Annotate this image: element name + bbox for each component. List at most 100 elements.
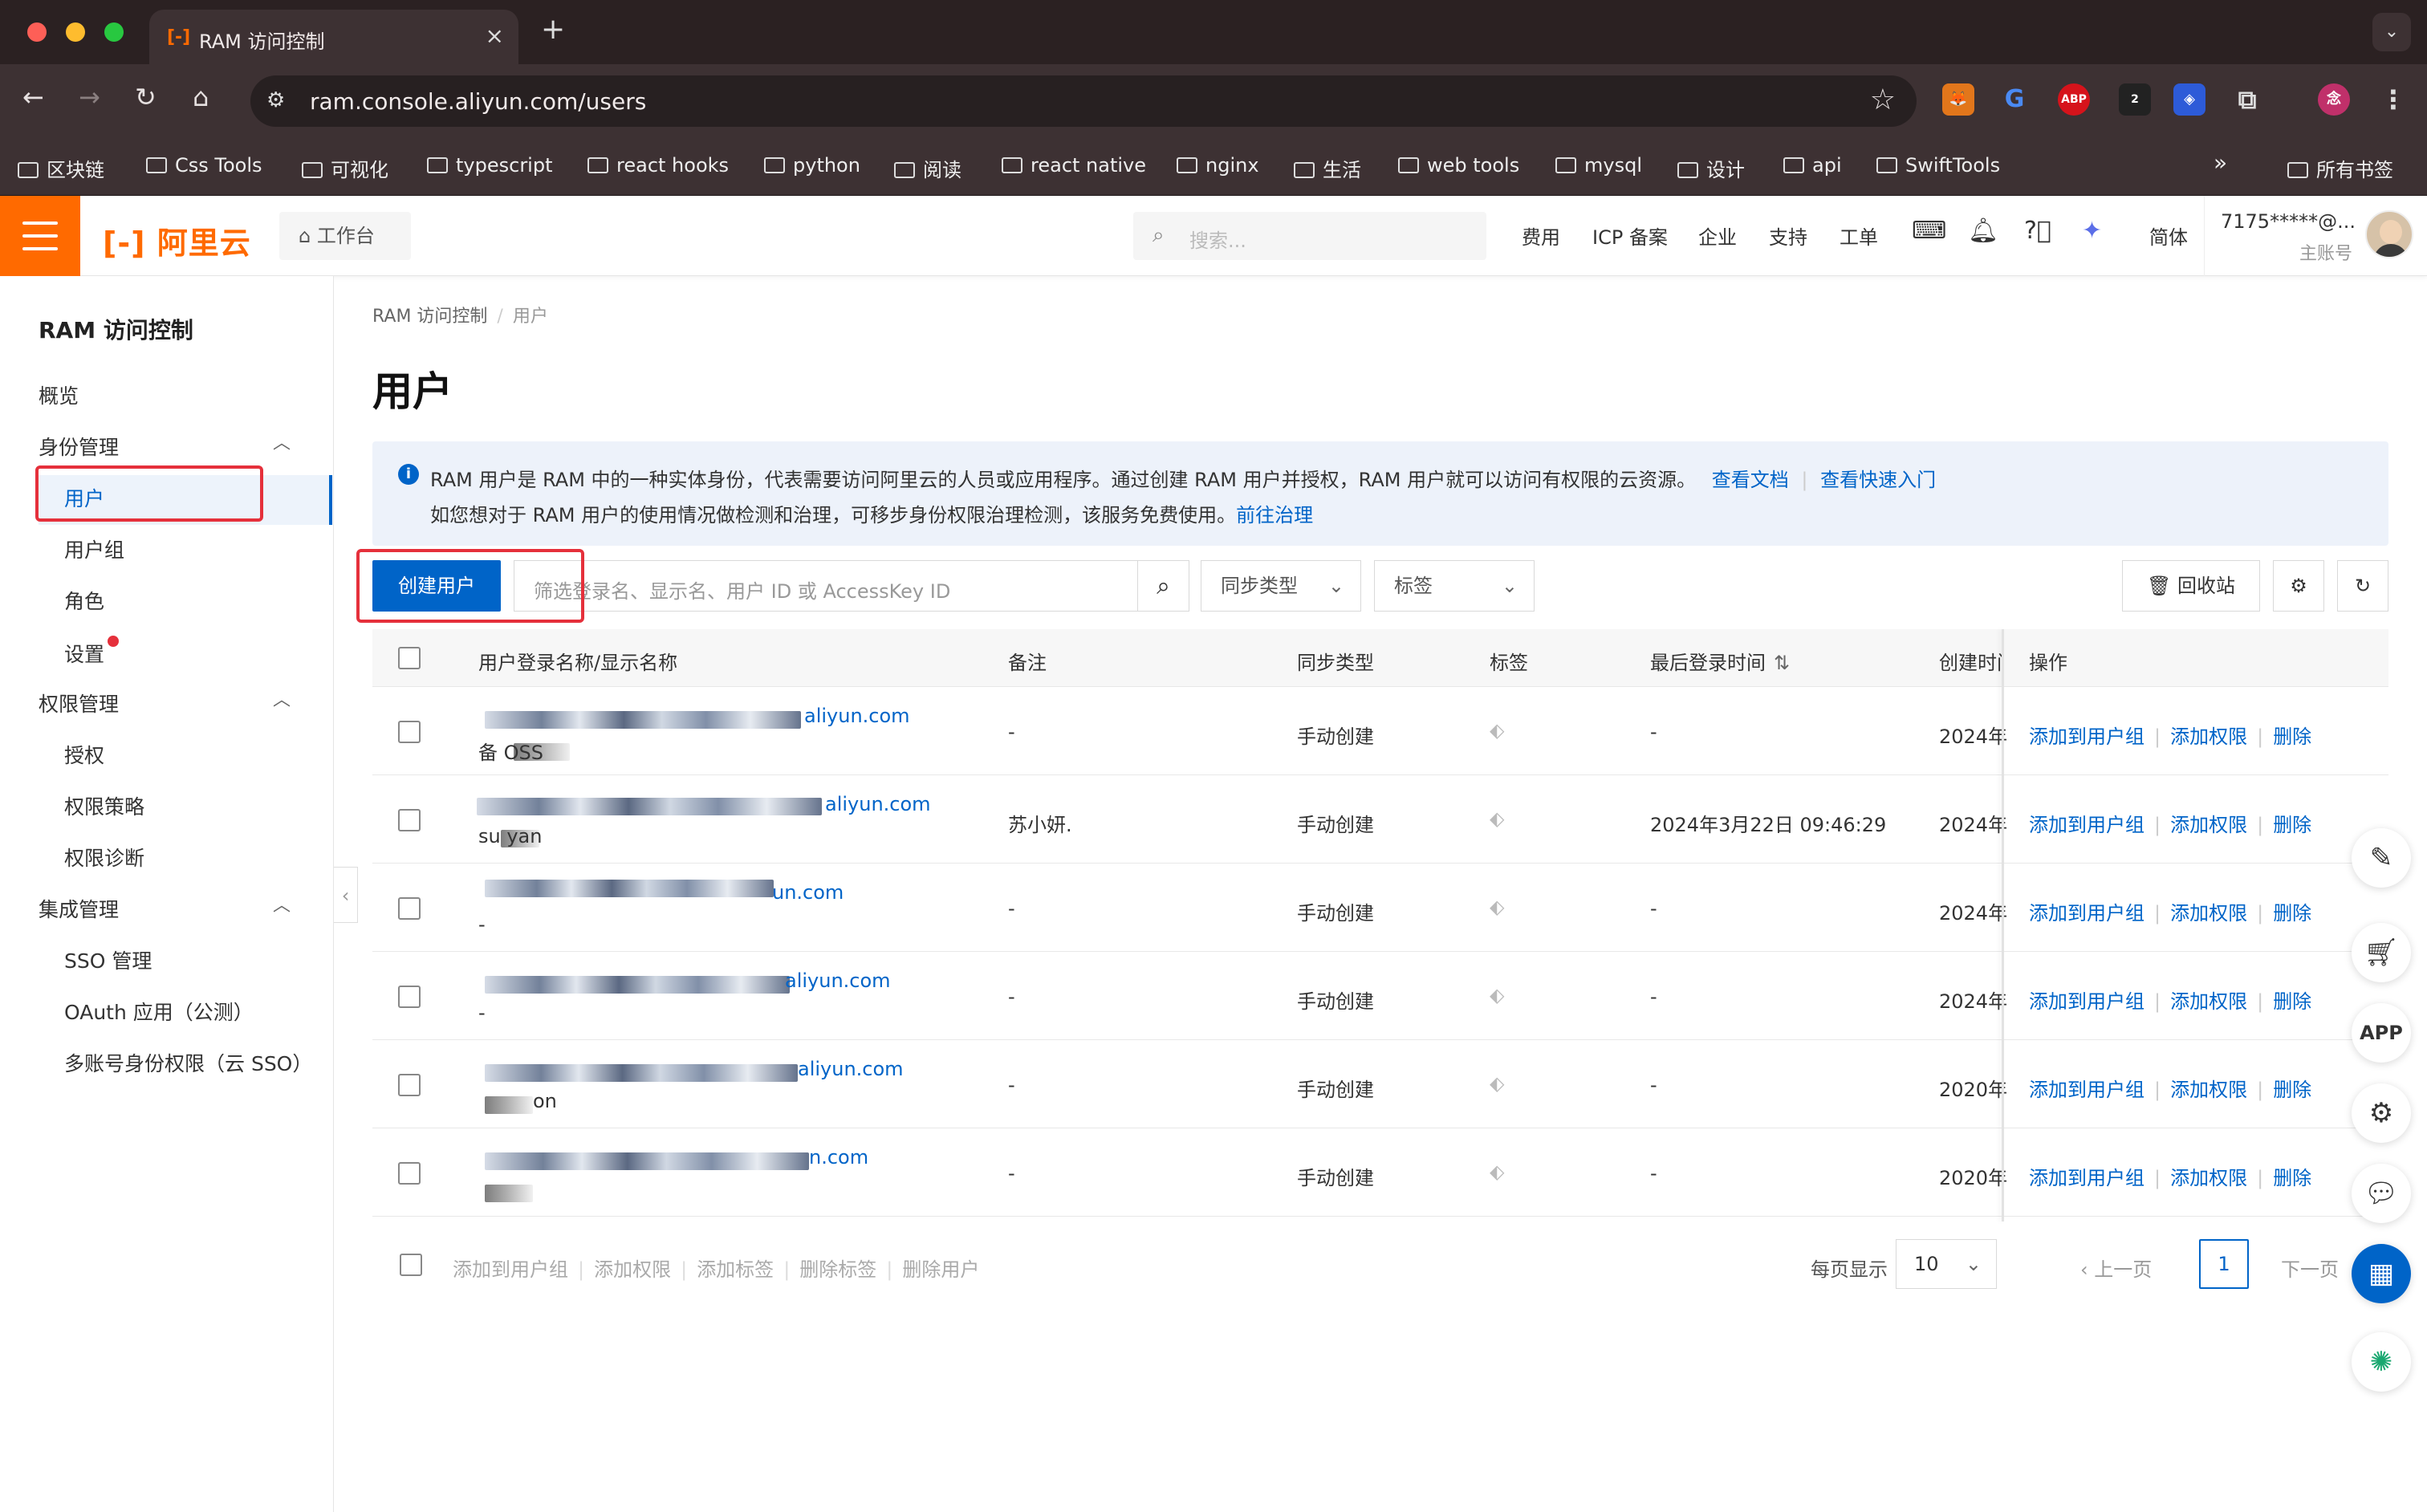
tag-icon[interactable]: ⬖ xyxy=(1490,896,1504,918)
bookmark-folder[interactable]: web tools xyxy=(1398,154,1519,177)
quickstart-link[interactable]: 查看快速入门 xyxy=(1820,469,1936,491)
terminal-icon[interactable]: ⌨ xyxy=(1912,217,1946,245)
add-to-group-link[interactable]: 添加到用户组 xyxy=(2029,814,2144,836)
user-login-name[interactable]: aliyun.com xyxy=(825,793,931,815)
nav-enterprise[interactable]: 企业 xyxy=(1698,222,1737,250)
bookmark-folder[interactable]: 阅读 xyxy=(894,154,961,182)
row-checkbox[interactable] xyxy=(398,1162,421,1185)
settings-gear-icon[interactable]: ⚙ xyxy=(2352,1083,2411,1143)
google-extension-icon[interactable]: G xyxy=(1998,83,2031,116)
more-bookmarks-icon[interactable]: » xyxy=(2214,149,2227,176)
address-bar[interactable]: ⚙ ram.console.aliyun.com/users ☆ xyxy=(250,75,1917,127)
home-icon[interactable]: ⌂ xyxy=(193,82,209,112)
bookmark-folder[interactable]: Css Tools xyxy=(146,154,262,177)
sidebar-item-roles[interactable]: 角色 xyxy=(64,586,104,615)
add-to-group-link[interactable]: 添加到用户组 xyxy=(2029,726,2144,748)
adblock-plus-icon[interactable]: ABP xyxy=(2058,83,2090,116)
console-search-input[interactable]: ⌕ 搜索... xyxy=(1133,212,1486,260)
bulk-remove-tag[interactable]: 删除标签 xyxy=(799,1258,876,1281)
sidebar-item-overview[interactable]: 概览 xyxy=(39,380,79,409)
search-icon[interactable]: ⌕ xyxy=(1138,560,1189,612)
breadcrumb-ram[interactable]: RAM 访问控制 xyxy=(372,307,487,327)
tag-select[interactable]: 标签 ⌄ xyxy=(1374,560,1535,612)
account-menu[interactable]: 7175*****@... 主账号 xyxy=(2204,196,2427,276)
minimize-window-button[interactable] xyxy=(66,22,85,42)
row-checkbox[interactable] xyxy=(398,721,421,743)
tag-icon[interactable]: ⬖ xyxy=(1490,1072,1504,1095)
delete-link[interactable]: 删除 xyxy=(2273,1079,2311,1101)
chevron-up-icon[interactable]: ︿ xyxy=(273,429,291,454)
select-all-checkbox[interactable] xyxy=(398,647,421,669)
col-last-login[interactable]: 最后登录时间 ⇅ xyxy=(1650,647,1790,675)
bulk-add-to-group[interactable]: 添加到用户组 xyxy=(453,1258,568,1281)
recycle-bin-button[interactable]: 🗑︎ 回收站 xyxy=(2122,560,2260,612)
avatar[interactable] xyxy=(2365,210,2413,258)
bell-icon[interactable]: 🔔︎ xyxy=(1968,217,1998,245)
bookmark-folder[interactable]: 可视化 xyxy=(302,154,388,182)
row-checkbox[interactable] xyxy=(398,1074,421,1096)
bookmark-folder[interactable]: python xyxy=(764,154,860,177)
row-checkbox[interactable] xyxy=(398,986,421,1008)
nav-ticket[interactable]: 工单 xyxy=(1840,222,1878,250)
bookmark-folder[interactable]: 设计 xyxy=(1677,154,1745,182)
user-login-name[interactable]: aliyun.com xyxy=(804,705,910,727)
sidebar-item-user-groups[interactable]: 用户组 xyxy=(64,534,124,563)
sidebar-item-settings[interactable]: 设置 xyxy=(64,639,104,668)
current-page-button[interactable]: 1 xyxy=(2199,1239,2249,1289)
bookmark-folder[interactable]: api xyxy=(1783,154,1842,177)
bulk-add-tag[interactable]: 添加标签 xyxy=(697,1258,774,1281)
chevron-up-icon[interactable]: ︿ xyxy=(273,685,291,711)
tab-search-icon[interactable]: ⌄ xyxy=(2372,13,2411,51)
add-permission-link[interactable]: 添加权限 xyxy=(2170,990,2247,1013)
sidebar-item-diagnosis[interactable]: 权限诊断 xyxy=(64,843,144,872)
app-icon[interactable]: APP xyxy=(2352,1003,2411,1063)
add-to-group-link[interactable]: 添加到用户组 xyxy=(2029,1167,2144,1189)
user-login-name[interactable]: aliyun.com xyxy=(785,969,891,992)
cart-icon[interactable]: 🛒︎ xyxy=(2352,923,2411,982)
bookmark-folder[interactable]: 生活 xyxy=(1294,154,1361,182)
bookmark-folder[interactable]: react native xyxy=(1002,154,1146,177)
language-switch[interactable]: 简体 xyxy=(2149,222,2188,250)
bookmark-folder[interactable]: typescript xyxy=(427,154,553,177)
collapse-sidebar-icon[interactable]: ‹ xyxy=(334,867,358,923)
go-govern-link[interactable]: 前往治理 xyxy=(1236,504,1313,526)
maximize-window-button[interactable] xyxy=(104,22,124,42)
dev-extension-icon[interactable]: 2 xyxy=(2119,83,2151,116)
tag-icon[interactable]: ⬖ xyxy=(1490,984,1504,1006)
nav-billing[interactable]: 费用 xyxy=(1522,222,1560,250)
back-icon[interactable]: ← xyxy=(22,82,44,112)
grid-apps-icon[interactable]: ▦ xyxy=(2352,1244,2411,1303)
tag-icon[interactable]: ⬖ xyxy=(1490,1160,1504,1183)
forward-icon[interactable]: → xyxy=(79,82,100,112)
add-permission-link[interactable]: 添加权限 xyxy=(2170,814,2247,836)
ai-assistant-icon[interactable]: ✦ xyxy=(2082,217,2102,245)
bookmark-folder[interactable]: react hooks xyxy=(587,154,729,177)
chevron-up-icon[interactable]: ︿ xyxy=(273,891,291,917)
workbench-button[interactable]: ⌂ 工作台 xyxy=(279,212,411,260)
close-window-button[interactable] xyxy=(27,22,47,42)
sidebar-group-permissions[interactable]: 权限管理 xyxy=(39,689,119,717)
delete-link[interactable]: 删除 xyxy=(2273,726,2311,748)
extensions-puzzle-icon[interactable]: ⧉ xyxy=(2231,83,2263,116)
sidebar-group-integration[interactable]: 集成管理 xyxy=(39,894,119,923)
delete-link[interactable]: 删除 xyxy=(2273,990,2311,1013)
sort-icon[interactable]: ⇅ xyxy=(1774,652,1790,674)
next-page-button[interactable]: 下一页 xyxy=(2281,1254,2339,1282)
sidebar-item-policies[interactable]: 权限策略 xyxy=(64,791,144,820)
sidebar-item-cloud-sso[interactable]: 多账号身份权限（云 SSO） xyxy=(64,1048,312,1077)
aliyun-logo[interactable]: [-] 阿里云 xyxy=(103,218,251,262)
row-checkbox[interactable] xyxy=(398,809,421,831)
delete-link[interactable]: 删除 xyxy=(2273,1167,2311,1189)
metamask-fox-icon[interactable]: 🦊 xyxy=(1942,83,1974,116)
tag-icon[interactable]: ⬖ xyxy=(1490,719,1504,742)
bulk-add-permission[interactable]: 添加权限 xyxy=(594,1258,671,1281)
sidebar-item-oauth[interactable]: OAuth 应用（公测） xyxy=(64,997,254,1026)
close-tab-icon[interactable]: × xyxy=(486,22,504,49)
bookmark-folder[interactable]: SwiftTools xyxy=(1876,154,2000,177)
browser-menu-icon[interactable]: ⋮ xyxy=(2377,83,2409,116)
bulk-select-checkbox[interactable] xyxy=(400,1254,422,1276)
add-permission-link[interactable]: 添加权限 xyxy=(2170,1079,2247,1101)
user-filter-input[interactable]: 筛选登录名、显示名、用户 ID 或 AccessKey ID xyxy=(514,560,1138,612)
prev-page-button[interactable]: ‹ 上一页 xyxy=(2080,1254,2152,1282)
user-login-name[interactable]: n.com xyxy=(809,1146,868,1169)
